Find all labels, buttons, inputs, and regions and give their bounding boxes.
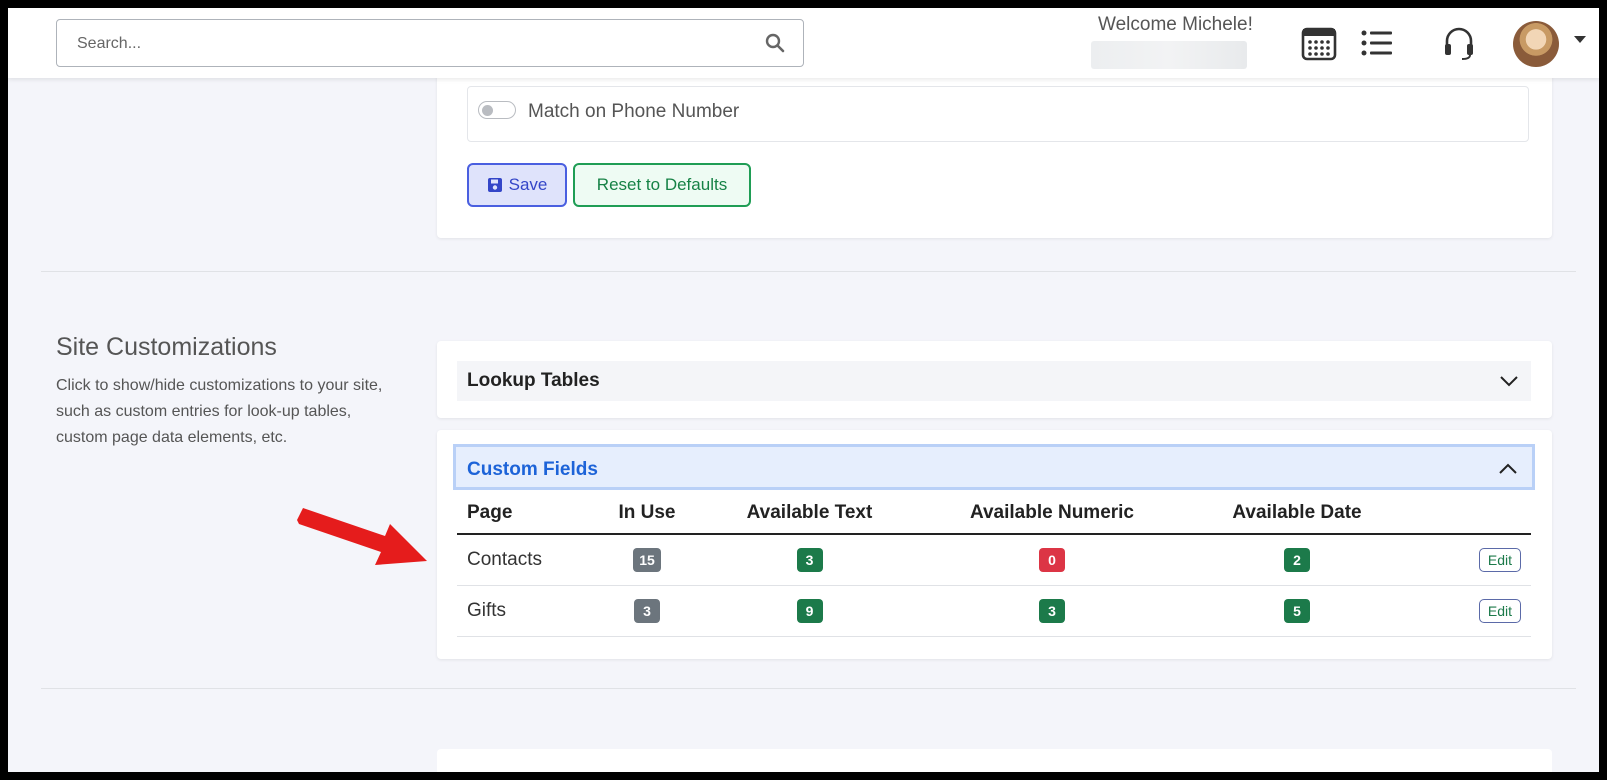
edit-button[interactable]: Edit (1478, 548, 1521, 572)
table-row: Contacts 15 3 0 2 Edit (457, 534, 1531, 586)
edit-button[interactable]: Edit (1478, 599, 1521, 623)
floppy-disk-icon (487, 178, 502, 192)
table-header-row: Page In Use Available Text Available Num… (457, 493, 1531, 535)
chevron-down-icon[interactable] (1499, 371, 1519, 391)
save-label: Save (508, 175, 548, 194)
in-use-badge: 3 (634, 599, 660, 623)
column-header: Available Numeric (902, 493, 1202, 535)
section-divider (41, 688, 1576, 689)
column-header: Available Text (717, 493, 902, 535)
lookup-tables-panel: Lookup Tables (437, 341, 1552, 418)
custom-fields-accordion-header[interactable]: Custom Fields (453, 444, 1535, 490)
available-date-badge: 5 (1284, 599, 1310, 623)
section-title: Site Customizations (56, 333, 277, 361)
lookup-tables-accordion-header[interactable]: Lookup Tables (457, 361, 1531, 401)
page-name: Gifts (457, 585, 577, 637)
available-date-badge: 2 (1284, 548, 1310, 572)
match-phone-label: Match on Phone Number (528, 101, 740, 122)
search-input[interactable] (75, 20, 759, 68)
table-row: Gifts 3 9 3 5 Edit (457, 585, 1531, 637)
chevron-up-icon[interactable] (1498, 459, 1518, 479)
app-window: Welcome Michele! (8, 8, 1599, 772)
annotation-arrow-icon (297, 508, 427, 565)
match-phone-row: Match on Phone Number (467, 86, 1529, 142)
section-description: Click to show/hide customizations to you… (56, 377, 383, 446)
redacted-subtitle (1091, 41, 1247, 69)
save-button[interactable]: Save (467, 163, 567, 207)
reset-to-defaults-button[interactable]: Reset to Defaults (573, 163, 751, 207)
available-numeric-badge: 3 (1039, 599, 1065, 623)
column-header: Page (457, 493, 577, 535)
available-text-badge: 3 (796, 548, 823, 572)
caret-down-icon[interactable] (1574, 36, 1586, 43)
avatar[interactable] (1513, 21, 1559, 67)
calendar-icon[interactable] (1300, 24, 1338, 62)
custom-fields-panel: Custom Fields Page In Use Available Text… (437, 430, 1552, 659)
column-header: Available Date (1202, 493, 1392, 535)
lookup-tables-title: Lookup Tables (467, 370, 600, 391)
available-numeric-badge: 0 (1039, 548, 1065, 572)
top-navbar: Welcome Michele! (8, 8, 1599, 78)
page-name: Contacts (457, 534, 577, 586)
headset-icon[interactable] (1440, 24, 1478, 62)
section-divider (41, 271, 1576, 272)
in-use-badge: 15 (633, 548, 661, 572)
available-text-badge: 9 (796, 599, 823, 623)
next-panel (437, 749, 1552, 772)
welcome-message: Welcome Michele! (1098, 14, 1253, 35)
search-icon[interactable] (765, 33, 785, 53)
search-box[interactable] (56, 19, 804, 68)
reset-label: Reset to Defaults (596, 175, 728, 194)
column-header (1392, 493, 1531, 535)
custom-fields-title: Custom Fields (467, 459, 598, 480)
match-phone-toggle[interactable] (478, 101, 516, 119)
list-icon[interactable] (1358, 24, 1396, 62)
column-header: In Use (577, 493, 717, 535)
custom-fields-table: Page In Use Available Text Available Num… (457, 493, 1531, 637)
